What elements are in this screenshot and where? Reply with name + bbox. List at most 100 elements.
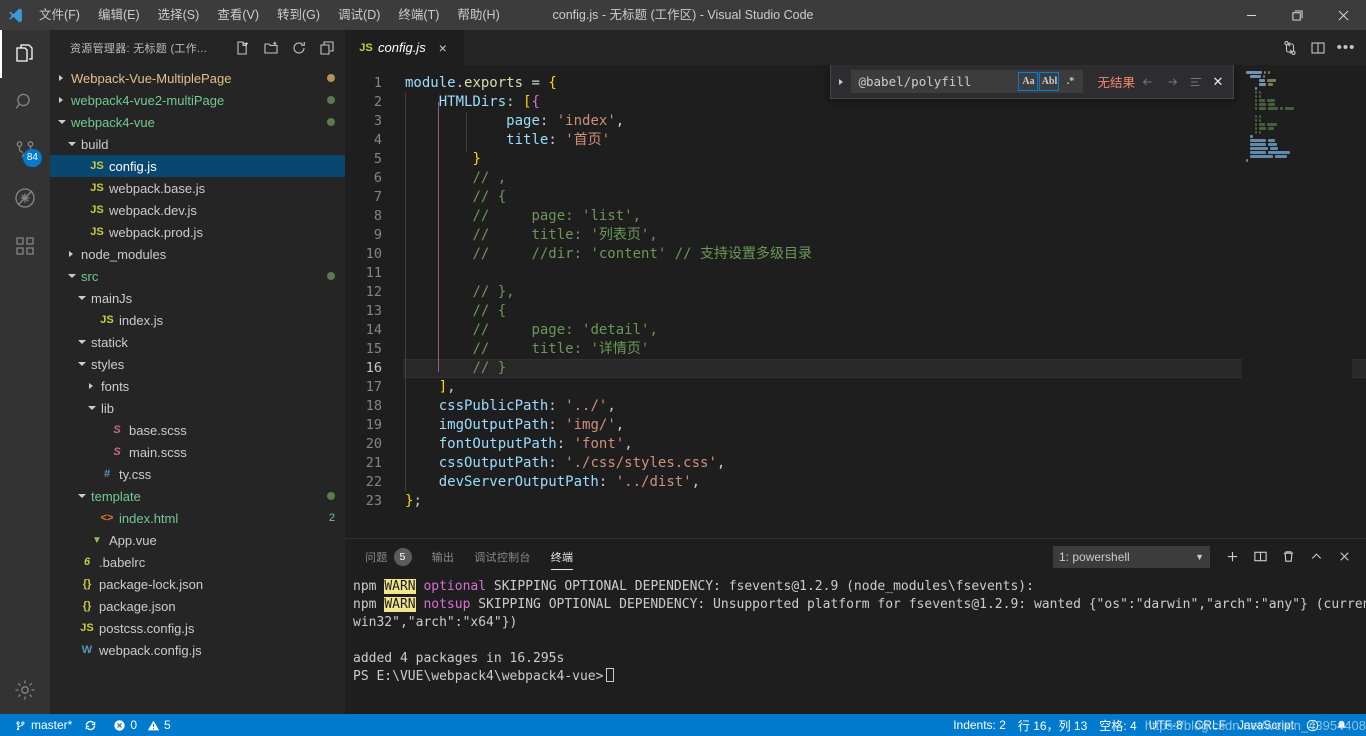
tree-item-app.vue[interactable]: ▼ App.vue bbox=[50, 529, 345, 551]
code-line[interactable]: title: '首页' bbox=[403, 131, 1366, 150]
menu-file[interactable]: 文件(F) bbox=[30, 0, 89, 30]
tree-item-webpack4-vue[interactable]: webpack4-vue bbox=[50, 111, 345, 133]
tree-item-lib[interactable]: lib bbox=[50, 397, 345, 419]
close-find-icon[interactable]: ✕ bbox=[1207, 74, 1229, 90]
editor-scrollbar[interactable] bbox=[1352, 65, 1366, 538]
tree-item-webpack-vue-multiplepage[interactable]: Webpack-Vue-MultiplePage bbox=[50, 67, 345, 89]
previous-match-icon[interactable] bbox=[1137, 71, 1159, 93]
code-line[interactable]: page: 'index', bbox=[403, 112, 1366, 131]
tree-item-fonts[interactable]: fonts bbox=[50, 375, 345, 397]
chevron-down-icon[interactable] bbox=[68, 265, 78, 287]
find-in-selection-icon[interactable] bbox=[1185, 71, 1207, 93]
activity-source-control[interactable]: 84 bbox=[0, 126, 50, 174]
terminal-output[interactable]: npm WARN optional SKIPPING OPTIONAL DEPE… bbox=[345, 574, 1366, 714]
find-input-wrapper[interactable]: Aa Abl .* bbox=[851, 70, 1084, 93]
maximize-panel-icon[interactable] bbox=[1302, 543, 1330, 571]
tab-config-js[interactable]: JS config.js × bbox=[345, 30, 465, 65]
activity-search[interactable] bbox=[0, 78, 50, 126]
menu-bar[interactable]: 文件(F) 编辑(E) 选择(S) 查看(V) 转到(G) 调试(D) 终端(T… bbox=[30, 0, 509, 30]
status-language-mode[interactable]: JavaScript bbox=[1232, 714, 1300, 736]
menu-edit[interactable]: 编辑(E) bbox=[89, 0, 149, 30]
split-editor-icon[interactable] bbox=[1304, 34, 1332, 62]
find-input[interactable] bbox=[858, 74, 1018, 89]
code-line[interactable] bbox=[403, 264, 1366, 283]
refresh-icon[interactable] bbox=[285, 34, 313, 62]
chevron-right-icon[interactable] bbox=[58, 67, 68, 89]
compare-changes-icon[interactable] bbox=[1276, 34, 1304, 62]
activity-manage[interactable] bbox=[0, 666, 50, 714]
tree-item-template[interactable]: template bbox=[50, 485, 345, 507]
code-line[interactable]: devServerOutputPath: '../dist', bbox=[403, 473, 1366, 492]
close-icon[interactable] bbox=[1320, 0, 1366, 30]
code-lines[interactable]: module.exports = { HTMLDirs: [{ page: 'i… bbox=[403, 65, 1366, 538]
file-tree[interactable]: Webpack-Vue-MultiplePage webpack4-vue2-mu… bbox=[50, 65, 345, 714]
status-cursor-position[interactable]: 行 16，列 13 bbox=[1012, 714, 1093, 736]
menu-terminal[interactable]: 终端(T) bbox=[389, 0, 448, 30]
chevron-right-icon[interactable] bbox=[68, 243, 78, 265]
tree-item-webpack4-vue2-multipage[interactable]: webpack4-vue2-multiPage bbox=[50, 89, 345, 111]
chevron-down-icon[interactable] bbox=[68, 133, 78, 155]
window-controls[interactable] bbox=[1228, 0, 1366, 30]
tree-item-index.js[interactable]: JS index.js bbox=[50, 309, 345, 331]
toggle-replace-icon[interactable] bbox=[831, 65, 851, 99]
tree-item-statick[interactable]: statick bbox=[50, 331, 345, 353]
code-line[interactable]: ], bbox=[403, 378, 1366, 397]
maximize-icon[interactable] bbox=[1274, 0, 1320, 30]
code-line[interactable]: cssOutputPath: './css/styles.css', bbox=[403, 454, 1366, 473]
code-line[interactable]: } bbox=[403, 150, 1366, 169]
whole-word-option[interactable]: Abl bbox=[1039, 72, 1060, 91]
code-line[interactable]: }; bbox=[403, 492, 1366, 511]
more-actions-icon[interactable]: ••• bbox=[1332, 34, 1360, 62]
tree-item-webpack.config.js[interactable]: Wwebpack.config.js bbox=[50, 639, 345, 661]
code-line[interactable]: // } bbox=[403, 359, 1366, 378]
code-line[interactable]: // page: 'detail', bbox=[403, 321, 1366, 340]
code-line[interactable]: // , bbox=[403, 169, 1366, 188]
activity-debug[interactable] bbox=[0, 174, 50, 222]
status-sync[interactable] bbox=[78, 714, 107, 736]
code-line[interactable]: fontOutputPath: 'font', bbox=[403, 435, 1366, 454]
match-case-option[interactable]: Aa bbox=[1018, 72, 1039, 91]
chevron-down-icon[interactable] bbox=[78, 353, 88, 375]
panel-tab-problems[interactable]: 问题 5 bbox=[365, 539, 412, 574]
code-line[interactable]: // page: 'list', bbox=[403, 207, 1366, 226]
chevron-down-icon[interactable] bbox=[88, 397, 98, 419]
find-widget[interactable]: Aa Abl .* 无结果 ✕ bbox=[830, 65, 1234, 99]
minimize-icon[interactable] bbox=[1228, 0, 1274, 30]
code-line[interactable]: // //dir: 'content' // 支持设置多级目录 bbox=[403, 245, 1366, 264]
code-editor[interactable]: 1 2 3 4 5 6 7 8 9 10 11 12 13 14 15 16 17 18 19 20 21 22 23 mo… bbox=[345, 65, 1366, 538]
panel-tab-terminal[interactable]: 终端 bbox=[550, 539, 574, 574]
chevron-down-icon[interactable] bbox=[78, 331, 88, 353]
panel-tab-debug-console[interactable]: 调试控制台 bbox=[474, 539, 531, 574]
tree-item-webpack.base.js[interactable]: JS webpack.base.js bbox=[50, 177, 345, 199]
menu-debug[interactable]: 调试(D) bbox=[329, 0, 389, 30]
panel-tab-output[interactable]: 输出 bbox=[432, 539, 455, 574]
terminal-selector[interactable]: 1: powershell ▼ bbox=[1053, 545, 1210, 568]
tree-item-styles[interactable]: styles bbox=[50, 353, 345, 375]
tree-item-webpack.prod.js[interactable]: JS webpack.prod.js bbox=[50, 221, 345, 243]
status-feedback[interactable] bbox=[1300, 714, 1329, 736]
menu-help[interactable]: 帮助(H) bbox=[448, 0, 508, 30]
activity-explorer[interactable] bbox=[0, 30, 50, 78]
new-terminal-icon[interactable] bbox=[1218, 543, 1246, 571]
chevron-down-icon[interactable] bbox=[58, 111, 68, 133]
status-eol[interactable]: CRLF bbox=[1189, 714, 1232, 736]
new-file-icon[interactable] bbox=[229, 34, 257, 62]
code-line[interactable]: cssPublicPath: '../', bbox=[403, 397, 1366, 416]
status-indents[interactable]: Indents: 2 bbox=[947, 714, 1012, 736]
collapse-all-icon[interactable] bbox=[313, 34, 341, 62]
tree-item-mainjs[interactable]: mainJs bbox=[50, 287, 345, 309]
tree-item-package.json[interactable]: {} package.json bbox=[50, 595, 345, 617]
tree-item-webpack.dev.js[interactable]: JS webpack.dev.js bbox=[50, 199, 345, 221]
code-line[interactable]: // { bbox=[403, 188, 1366, 207]
code-line[interactable]: // }, bbox=[403, 283, 1366, 302]
minimap[interactable] bbox=[1242, 65, 1352, 538]
menu-view[interactable]: 查看(V) bbox=[208, 0, 268, 30]
tree-item-package-lock.json[interactable]: {} package-lock.json bbox=[50, 573, 345, 595]
tree-item-.babelrc[interactable]: 6 .babelrc bbox=[50, 551, 345, 573]
tree-item-nodemodules[interactable]: node_modules bbox=[50, 243, 345, 265]
chevron-right-icon[interactable] bbox=[58, 89, 68, 111]
tab-close-icon[interactable]: × bbox=[434, 39, 452, 57]
status-encoding[interactable]: UTF-8 bbox=[1143, 714, 1189, 736]
tree-item-base.scss[interactable]: Sbase.scss bbox=[50, 419, 345, 441]
chevron-down-icon[interactable] bbox=[78, 485, 88, 507]
